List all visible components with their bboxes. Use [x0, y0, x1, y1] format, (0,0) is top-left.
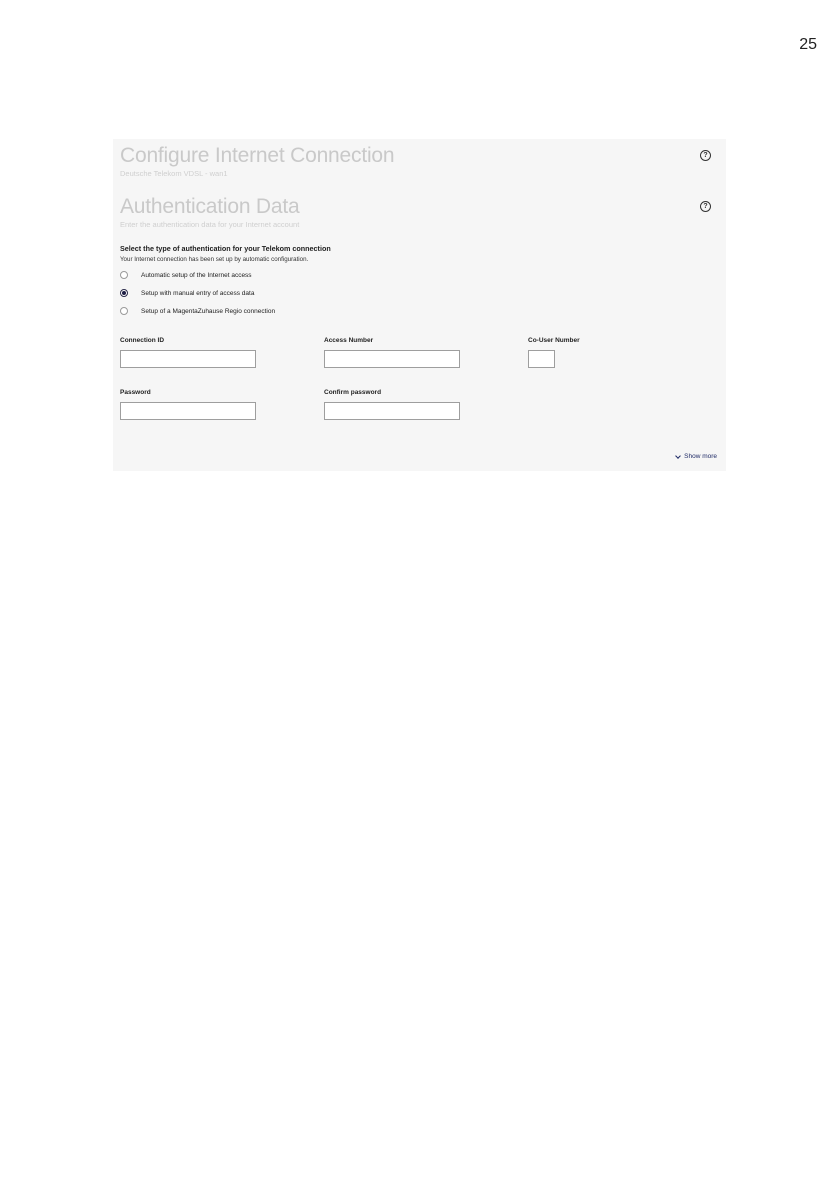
radio-option-automatic[interactable]: Automatic setup of the Internet access: [120, 270, 252, 280]
show-more-link[interactable]: Show more: [675, 452, 717, 460]
confirm-password-field[interactable]: [324, 402, 460, 420]
auth-type-heading: Select the type of authentication for yo…: [120, 244, 331, 253]
page-title: Configure Internet Connection: [120, 144, 395, 167]
co-user-number-field[interactable]: [528, 350, 555, 368]
password-label: Password: [120, 389, 151, 396]
section-subtitle: Enter the authentication data for your I…: [120, 220, 300, 229]
radio-label: Setup of a MagentaZuhause Regio connecti…: [141, 307, 276, 315]
auth-type-note: Your Internet connection has been set up…: [120, 256, 309, 263]
help-circle-icon[interactable]: ?: [700, 201, 711, 212]
section-title: Authentication Data: [120, 195, 300, 218]
access-number-field[interactable]: [324, 350, 460, 368]
radio-option-manual[interactable]: Setup with manual entry of access data: [120, 288, 254, 298]
page-number: 25: [799, 36, 817, 53]
access-number-label: Access Number: [324, 337, 374, 344]
connection-id-field[interactable]: [120, 350, 256, 368]
radio-label: Automatic setup of the Internet access: [141, 271, 252, 279]
internet-connection-panel: Configure Internet Connection Deutsche T…: [113, 139, 726, 471]
help-circle-icon[interactable]: ?: [700, 150, 711, 161]
connection-id-label: Connection ID: [120, 337, 165, 344]
radio-button-selected[interactable]: [120, 289, 128, 297]
password-field[interactable]: [120, 402, 256, 420]
confirm-password-label: Confirm password: [324, 389, 382, 396]
chevron-down-icon: [675, 452, 681, 459]
radio-button[interactable]: [120, 271, 128, 279]
page-subtitle: Deutsche Telekom VDSL - wan1: [120, 169, 228, 178]
show-more-label: Show more: [684, 453, 717, 460]
co-user-number-label: Co-User Number: [528, 337, 580, 344]
radio-option-magenta[interactable]: Setup of a MagentaZuhause Regio connecti…: [120, 306, 275, 316]
radio-button[interactable]: [120, 307, 128, 315]
radio-label: Setup with manual entry of access data: [141, 289, 255, 297]
